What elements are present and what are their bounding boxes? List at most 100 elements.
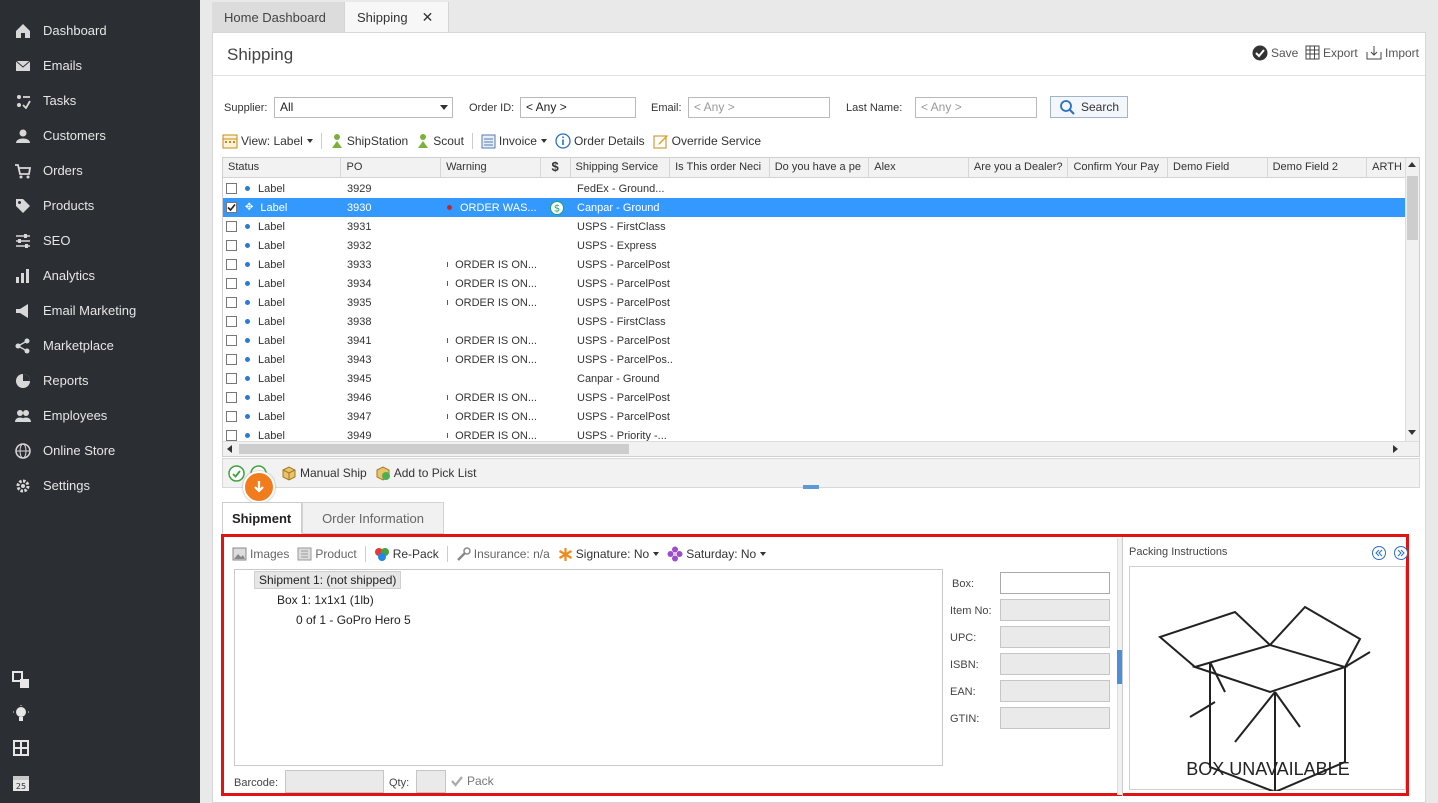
calculator-icon[interactable] [12, 739, 30, 757]
barcode-input[interactable] [285, 770, 384, 793]
table-row[interactable]: Label 3933 ORDER IS ON... USPS - ParcelPost [223, 255, 1407, 274]
scout-button[interactable]: Scout [416, 133, 464, 149]
column-header[interactable]: $ [541, 158, 571, 178]
column-header[interactable]: Do you have a pe [770, 158, 870, 178]
images-button[interactable]: Images [232, 547, 289, 561]
row-checkbox[interactable] [226, 202, 237, 213]
add-to-pick-list-button[interactable]: Add to Pick List [375, 465, 476, 481]
row-checkbox[interactable] [226, 297, 237, 308]
shipstation-button[interactable]: ShipStation [330, 133, 408, 149]
box-input[interactable] [1000, 572, 1110, 594]
row-checkbox[interactable] [226, 259, 237, 270]
column-header[interactable]: ARTH [1367, 158, 1408, 178]
table-row[interactable]: Label 3931 USPS - FirstClass [223, 217, 1407, 236]
scroll-down-icon[interactable] [1408, 430, 1416, 435]
invoice-dropdown[interactable]: Invoice [481, 134, 547, 149]
repack-button[interactable]: Re-Pack [374, 546, 439, 562]
row-checkbox[interactable] [226, 373, 237, 384]
row-checkbox[interactable] [226, 240, 237, 251]
row-checkbox[interactable] [226, 221, 237, 232]
sidebar-item-seo[interactable]: SEO [0, 223, 200, 258]
calendar-icon[interactable]: 25 [12, 774, 30, 792]
sidebar-item-tasks[interactable]: Tasks [0, 83, 200, 118]
row-checkbox[interactable] [226, 430, 237, 441]
tab-shipping[interactable]: Shipping ✕ [345, 2, 449, 32]
column-header[interactable]: Demo Field [1168, 158, 1268, 178]
saturday-dropdown[interactable]: Saturday: No [667, 546, 767, 562]
row-checkbox[interactable] [226, 183, 237, 194]
widgets-icon[interactable] [12, 671, 30, 689]
sidebar-item-analytics[interactable]: Analytics [0, 258, 200, 293]
view-dropdown[interactable]: View: Label [222, 133, 313, 149]
order-details-button[interactable]: Order Details [555, 133, 645, 149]
row-checkbox[interactable] [226, 335, 237, 346]
sidebar-item-customers[interactable]: Customers [0, 118, 200, 153]
table-row[interactable]: Label 3934 ORDER IS ON... USPS - ParcelPost [223, 274, 1407, 293]
tree-node-item[interactable]: 0 of 1 - GoPro Hero 5 [296, 613, 411, 627]
tab-shipment[interactable]: Shipment [222, 502, 302, 534]
signature-dropdown[interactable]: Signature: No [558, 547, 660, 562]
table-row[interactable]: Label 3932 USPS - Express [223, 236, 1407, 255]
sidebar-item-reports[interactable]: Reports [0, 363, 200, 398]
check-circle-green-icon[interactable] [228, 464, 245, 482]
tab-order-information[interactable]: Order Information [302, 502, 444, 534]
table-row[interactable]: Label 3935 ORDER IS ON... USPS - ParcelPost [223, 293, 1407, 312]
supplier-select[interactable]: All [274, 97, 453, 118]
column-header[interactable]: Alex [869, 158, 969, 178]
column-header[interactable]: Demo Field 2 [1268, 158, 1368, 178]
scroll-right-icon[interactable] [1393, 445, 1398, 453]
table-row[interactable]: Label 3945 Canpar - Ground [223, 369, 1407, 388]
table-row[interactable]: Label 3946 ORDER IS ON... USPS - ParcelPost [223, 388, 1407, 407]
export-button[interactable]: Export [1305, 45, 1358, 60]
row-checkbox[interactable] [226, 354, 237, 365]
table-row[interactable]: Label 3947 ORDER IS ON... USPS - ParcelPost [223, 407, 1407, 426]
item-no-input[interactable] [1000, 599, 1110, 621]
save-button[interactable]: Save [1252, 45, 1298, 61]
table-row[interactable]: Label 3941 ORDER IS ON... USPS - ParcelPost [223, 331, 1407, 350]
row-checkbox[interactable] [226, 278, 237, 289]
lightbulb-icon[interactable] [12, 705, 30, 723]
next-icon[interactable] [1394, 546, 1408, 560]
row-checkbox[interactable] [226, 316, 237, 327]
sidebar-item-online-store[interactable]: Online Store [0, 433, 200, 468]
column-header[interactable]: Shipping Service [571, 158, 671, 178]
scroll-left-icon[interactable] [227, 445, 232, 453]
sidebar-item-emails[interactable]: Emails [0, 48, 200, 83]
tree-node-box[interactable]: Box 1: 1x1x1 (1lb) [277, 593, 374, 607]
isbn-input[interactable] [1000, 653, 1110, 675]
download-arrow-button[interactable] [243, 471, 275, 503]
row-checkbox[interactable] [226, 392, 237, 403]
product-button[interactable]: Product [297, 547, 357, 561]
vertical-scrollbar[interactable] [1405, 158, 1419, 442]
last-name-input[interactable]: < Any > [915, 97, 1037, 118]
pack-button[interactable]: Pack [450, 774, 494, 788]
sidebar-item-dashboard[interactable]: Dashboard [0, 13, 200, 48]
column-header[interactable]: PO [341, 158, 442, 178]
column-header[interactable]: Warning [441, 158, 541, 178]
import-button[interactable]: Import [1366, 45, 1419, 60]
column-header[interactable]: Status [223, 158, 342, 178]
column-header[interactable]: Confirm Your Pay [1068, 158, 1169, 178]
scroll-up-icon[interactable] [1408, 162, 1416, 167]
scroll-thumb[interactable] [1407, 176, 1418, 240]
previous-icon[interactable] [1372, 546, 1386, 560]
splitter-handle[interactable] [803, 485, 819, 489]
table-row[interactable]: Label 3943 ORDER IS ON... USPS - ParcelPos.… [223, 350, 1407, 369]
scroll-thumb-h[interactable] [239, 444, 629, 454]
horizontal-scrollbar[interactable] [223, 441, 1419, 456]
order-id-input[interactable]: < Any > [520, 97, 636, 118]
upc-input[interactable] [1000, 626, 1110, 648]
manual-ship-button[interactable]: Manual Ship [281, 465, 367, 481]
table-row[interactable]: ✥ Label 3930 ORDER WAS... $ Canpar - Ground [223, 198, 1407, 217]
qty-input[interactable] [416, 770, 446, 793]
email-input[interactable]: < Any > [688, 97, 830, 118]
column-header[interactable]: Are you a Dealer? [969, 158, 1069, 178]
row-checkbox[interactable] [226, 411, 237, 422]
search-button[interactable]: Search [1050, 96, 1129, 118]
sidebar-item-email-marketing[interactable]: Email Marketing [0, 293, 200, 328]
override-service-button[interactable]: Override Service [653, 133, 761, 149]
sidebar-item-settings[interactable]: Settings [0, 468, 200, 503]
table-row[interactable]: Label 3938 USPS - FirstClass [223, 312, 1407, 331]
tree-node-shipment[interactable]: Shipment 1: (not shipped) [254, 571, 402, 589]
ean-input[interactable] [1000, 680, 1110, 702]
